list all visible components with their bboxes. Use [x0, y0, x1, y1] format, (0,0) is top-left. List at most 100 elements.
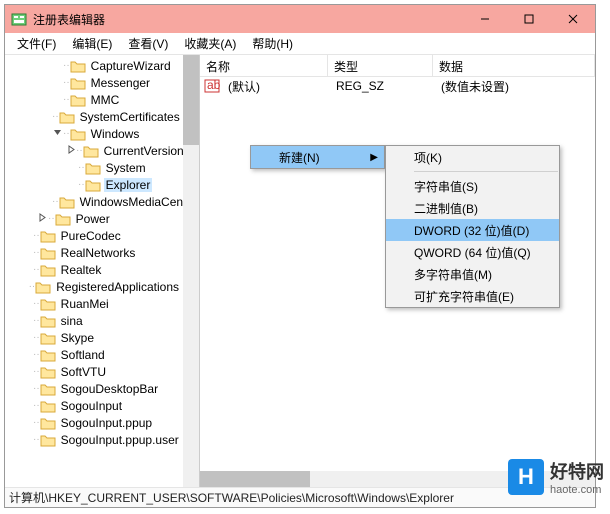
menu-view[interactable]: 查看(V) [120, 32, 176, 55]
folder-icon [40, 314, 56, 328]
tree-pane[interactable]: ·· CaptureWizard·· Messenger·· MMC·· Sys… [5, 55, 200, 487]
tree-item[interactable]: ·· Realtek [5, 261, 199, 278]
tree-item-label: PureCodec [59, 229, 123, 243]
tree-item-label: System [104, 161, 148, 175]
tree-item-label: RuanMei [59, 297, 111, 311]
tree-item[interactable]: ·· RealNetworks [5, 244, 199, 261]
col-type[interactable]: 类型 [328, 55, 433, 76]
cell-data: (数值未设置) [435, 78, 595, 95]
folder-icon [55, 212, 71, 226]
folder-icon [40, 399, 56, 413]
tree-item[interactable]: ·· SystemCertificates [5, 108, 199, 125]
tree-item-label: SogouDesktopBar [59, 382, 160, 396]
tree-item-label: Messenger [89, 76, 152, 90]
tree-v-thumb[interactable] [183, 55, 199, 145]
tree-item[interactable]: ·· sina [5, 312, 199, 329]
tree-item[interactable]: ·· Power [5, 210, 199, 227]
folder-icon [40, 348, 56, 362]
tree-item[interactable]: ·· RegisteredApplications [5, 278, 199, 295]
tree-item-label: RealNetworks [59, 246, 138, 260]
tree-item[interactable]: ·· SogouDesktopBar [5, 380, 199, 397]
tree-item[interactable]: ·· SoftVTU [5, 363, 199, 380]
submenu-arrow-icon: ▶ [370, 152, 378, 163]
close-button[interactable] [551, 5, 595, 33]
expand-icon[interactable] [37, 213, 48, 225]
menu-new-binary[interactable]: 二进制值(B) [386, 197, 559, 219]
menu-new-multisz[interactable]: 多字符串值(M) [386, 263, 559, 285]
tree-item[interactable]: ·· Skype [5, 329, 199, 346]
cell-name: (默认) [222, 78, 330, 95]
col-data[interactable]: 数据 [433, 55, 595, 76]
app-icon [11, 11, 27, 27]
folder-icon [40, 382, 56, 396]
tree-item[interactable]: ·· SogouInput [5, 397, 199, 414]
tree-item-label: Skype [59, 331, 96, 345]
tree-item[interactable]: ·· SogouInput.ppup.user [5, 431, 199, 448]
watermark-logo-icon: H [508, 459, 544, 495]
menu-help[interactable]: 帮助(H) [244, 32, 301, 55]
tree-item-label: RegisteredApplications [54, 280, 181, 294]
menu-file[interactable]: 文件(F) [9, 32, 64, 55]
tree-item-label: MMC [89, 93, 122, 107]
tree-item-label: CurrentVersion [102, 144, 186, 158]
list-h-thumb[interactable] [200, 471, 310, 487]
tree-item-label: WindowsMediaCenter [78, 195, 199, 209]
menu-separator [414, 171, 558, 172]
tree-item-label: Softland [59, 348, 107, 362]
tree-item[interactable]: ·· CurrentVersion [5, 142, 199, 159]
tree-item-label: SoftVTU [59, 365, 108, 379]
menu-new-string[interactable]: 字符串值(S) [386, 175, 559, 197]
tree-item[interactable]: ·· CaptureWizard [5, 57, 199, 74]
expand-icon[interactable] [67, 145, 76, 157]
tree-v-scrollbar[interactable] [183, 55, 199, 487]
tree-item-label: sina [59, 314, 85, 328]
minimize-button[interactable] [463, 5, 507, 33]
svg-text:ab: ab [207, 78, 220, 92]
folder-icon [40, 246, 56, 260]
tree-item[interactable]: ·· RuanMei [5, 295, 199, 312]
menu-new-expandsz[interactable]: 可扩充字符串值(E) [386, 285, 559, 307]
tree-item[interactable]: ·· Messenger [5, 74, 199, 91]
tree-item[interactable]: ·· SogouInput.ppup [5, 414, 199, 431]
watermark: H 好特网 haote.com [508, 458, 604, 496]
folder-icon [35, 280, 51, 294]
maximize-button[interactable] [507, 5, 551, 33]
tree-item[interactable]: ·· Windows [5, 125, 199, 142]
list-row[interactable]: ab(默认)REG_SZ(数值未设置) [200, 77, 595, 95]
folder-icon [40, 297, 56, 311]
tree-item-label: Power [74, 212, 112, 226]
list-header: 名称 类型 数据 [200, 55, 595, 77]
menu-new-qword[interactable]: QWORD (64 位)值(Q) [386, 241, 559, 263]
folder-icon [40, 229, 56, 243]
tree-item[interactable]: ·· System [5, 159, 199, 176]
folder-icon [59, 195, 75, 209]
tree-item[interactable]: ·· MMC [5, 91, 199, 108]
folder-icon [40, 416, 56, 430]
menu-new-dword[interactable]: DWORD (32 位)值(D) [386, 219, 559, 241]
menu-new-key[interactable]: 项(K) [386, 146, 559, 168]
tree-item-label: SogouInput.ppup.user [59, 433, 181, 447]
watermark-title: 好特网 [550, 458, 604, 484]
menu-new[interactable]: 新建(N) ▶ [251, 146, 384, 168]
titlebar[interactable]: 注册表编辑器 [5, 5, 595, 33]
folder-icon [59, 110, 75, 124]
window-controls [463, 5, 595, 33]
tree-item[interactable]: ·· WindowsMediaCenter [5, 193, 199, 210]
menu-edit[interactable]: 编辑(E) [64, 32, 120, 55]
tree-item[interactable]: ·· PureCodec [5, 227, 199, 244]
menu-favorites[interactable]: 收藏夹(A) [176, 32, 244, 55]
folder-icon [85, 161, 101, 175]
string-value-icon: ab [204, 78, 220, 94]
status-path: 计算机\HKEY_CURRENT_USER\SOFTWARE\Policies\… [9, 489, 454, 506]
folder-icon [70, 93, 86, 107]
tree-item[interactable]: ·· Softland [5, 346, 199, 363]
watermark-url: haote.com [550, 484, 604, 496]
col-name[interactable]: 名称 [200, 55, 328, 76]
folder-icon [70, 59, 86, 73]
folder-icon [40, 365, 56, 379]
tree-item-label: SystemCertificates [78, 110, 182, 124]
cell-type: REG_SZ [330, 79, 435, 93]
expand-icon[interactable] [52, 128, 63, 140]
tree-item[interactable]: ·· Explorer [5, 176, 199, 193]
context-menu: 新建(N) ▶ [250, 145, 385, 169]
